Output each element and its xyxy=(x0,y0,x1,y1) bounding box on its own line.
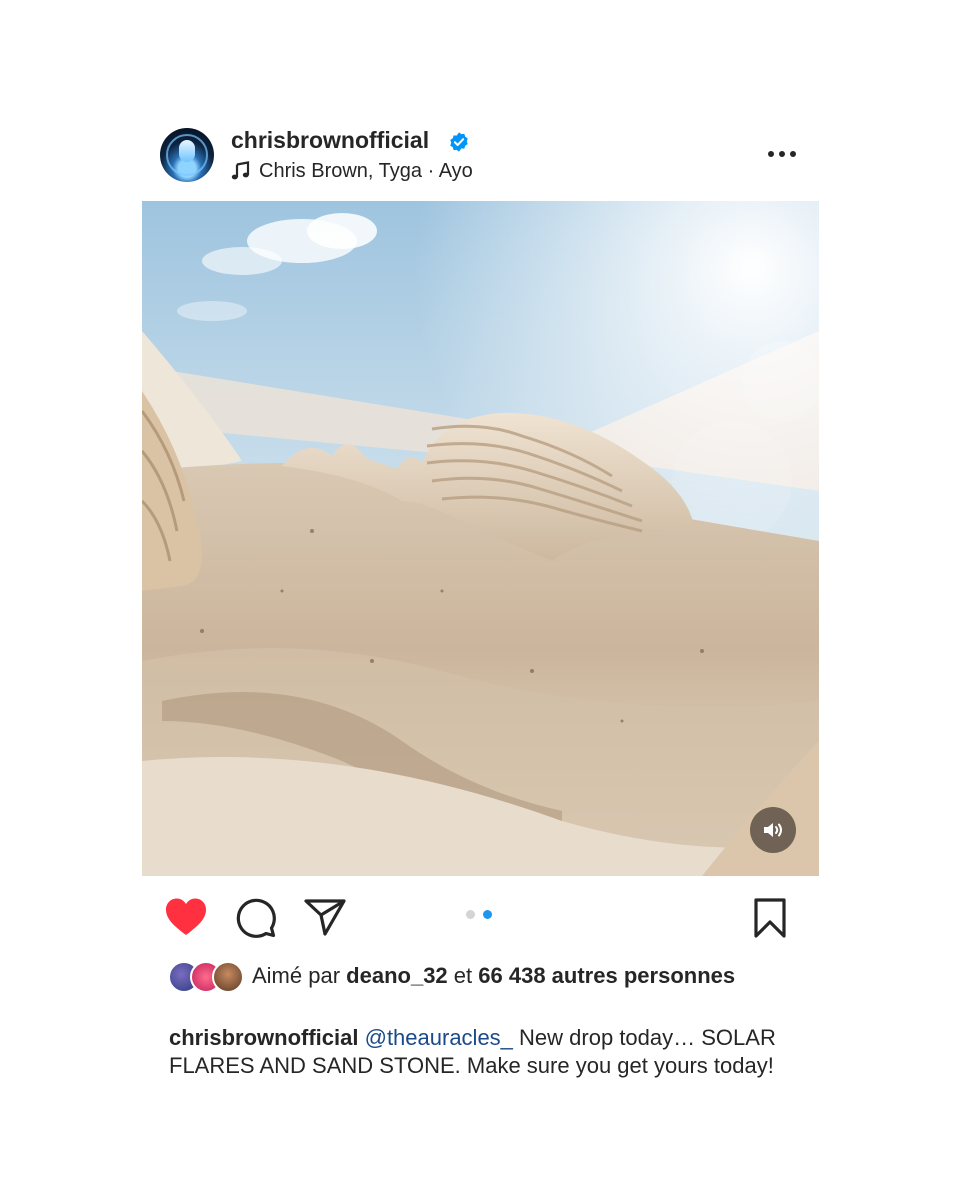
profile-avatar[interactable] xyxy=(160,128,214,182)
music-note-icon xyxy=(231,161,250,180)
carousel-dot-2-active xyxy=(483,910,492,919)
caption-username[interactable]: chrisbrownofficial xyxy=(169,1025,358,1050)
post-username[interactable]: chrisbrownofficial xyxy=(231,127,429,154)
liker-avatars[interactable] xyxy=(168,961,248,993)
carousel-dot-1 xyxy=(466,910,475,919)
likes-prefix: Aimé par xyxy=(252,963,341,988)
post-media[interactable] xyxy=(142,201,819,876)
verified-badge-icon xyxy=(450,132,468,152)
likes-count[interactable]: 66 438 autres xyxy=(478,963,617,988)
bookmark-icon[interactable] xyxy=(752,897,788,939)
share-icon[interactable] xyxy=(303,897,347,937)
carousel-indicator xyxy=(466,910,492,920)
likes-middle: et xyxy=(453,963,473,988)
music-track-label: Chris Brown, Tyga · Ayo xyxy=(259,159,473,182)
liker-avatar xyxy=(212,961,244,993)
more-options-icon[interactable] xyxy=(766,142,800,166)
post-photo xyxy=(142,201,819,876)
sound-toggle-button[interactable] xyxy=(750,807,796,853)
heart-icon[interactable] xyxy=(164,897,208,937)
speaker-icon xyxy=(764,823,782,837)
comment-icon[interactable] xyxy=(235,897,277,939)
avatar-figure xyxy=(179,140,195,162)
likes-suffix[interactable]: personnes xyxy=(624,963,735,988)
post-caption: chrisbrownofficial @theauracles_ New dro… xyxy=(169,1024,809,1080)
music-row[interactable]: Chris Brown, Tyga · Ayo xyxy=(231,158,473,184)
caption-mention[interactable]: @theauracles_ xyxy=(365,1025,513,1050)
likes-summary[interactable]: Aimé par deano_32 et 66 438 autres perso… xyxy=(252,962,772,990)
likes-user[interactable]: deano_32 xyxy=(346,963,448,988)
